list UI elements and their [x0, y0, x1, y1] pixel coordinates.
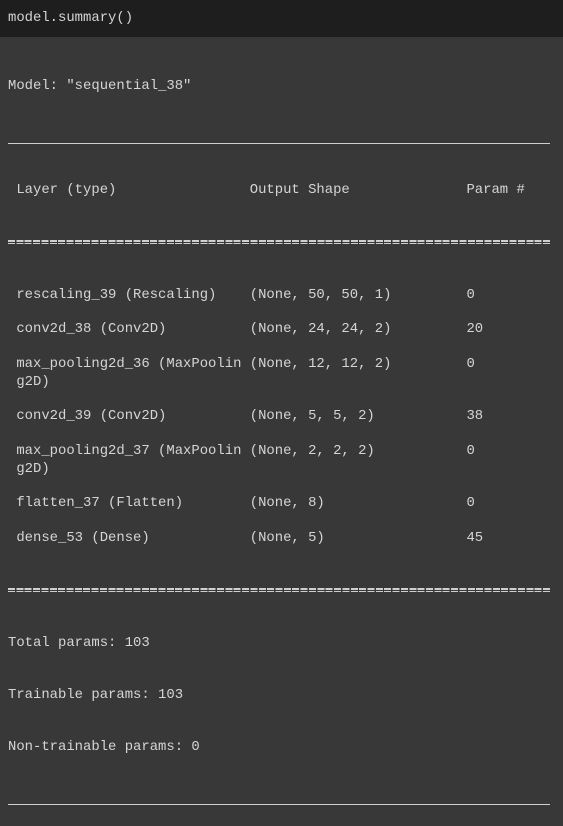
table-row: rescaling_39 (Rescaling) (None, 50, 50, 1… — [8, 287, 563, 304]
header-shape: Output Shape — [249, 182, 350, 199]
code-cell[interactable]: model.summary() — [0, 0, 563, 37]
layer-name: conv2d_38 (Conv2D) — [8, 321, 167, 338]
param-count: 45 — [466, 530, 484, 547]
double-separator — [8, 234, 550, 251]
layer-name: flatten_37 (Flatten) — [8, 495, 184, 512]
output-shape: (None, 24, 24, 2) — [249, 321, 392, 338]
param-count: 38 — [466, 408, 484, 425]
table-row: max_pooling2d_36 (MaxPoolin (None, 12, 12… — [8, 356, 563, 373]
header-layer: Layer (type) — [8, 182, 117, 199]
table-row: conv2d_38 (Conv2D) (None, 24, 24, 2) 20 — [8, 321, 563, 338]
param-count: 0 — [466, 443, 475, 460]
layer-name: max_pooling2d_37 (MaxPoolin — [8, 443, 242, 460]
double-separator — [8, 582, 550, 599]
param-count: 0 — [466, 286, 475, 303]
layer-rows: rescaling_39 (Rescaling) (None, 50, 50, 1… — [8, 287, 563, 548]
layer-name-continuation: g2D) — [8, 460, 50, 477]
table-header: Layer (type) Output Shape Param # — [8, 182, 563, 199]
param-count: 0 — [466, 356, 475, 373]
header-params: Param # — [466, 182, 525, 199]
param-count: 20 — [466, 321, 484, 338]
output-shape: (None, 5, 5, 2) — [249, 408, 375, 425]
output-shape: (None, 12, 12, 2) — [249, 356, 392, 373]
code-text: model.summary() — [8, 10, 134, 26]
separator-line — [8, 791, 550, 808]
layer-name: rescaling_39 (Rescaling) — [8, 286, 217, 303]
layer-name-continuation: g2D) — [8, 373, 50, 390]
separator-line — [8, 130, 550, 147]
param-count: 0 — [466, 495, 475, 512]
table-row: flatten_37 (Flatten) (None, 8) 0 — [8, 495, 563, 512]
output-shape: (None, 8) — [249, 495, 325, 512]
table-row: dense_53 (Dense) (None, 5) 45 — [8, 530, 563, 547]
non-trainable-params: Non-trainable params: 0 — [8, 738, 200, 755]
table-row: max_pooling2d_37 (MaxPoolin (None, 2, 2, … — [8, 443, 563, 460]
layer-name: conv2d_39 (Conv2D) — [8, 408, 167, 425]
table-row: conv2d_39 (Conv2D) (None, 5, 5, 2) 38 — [8, 408, 563, 425]
total-params: Total params: 103 — [8, 634, 150, 651]
layer-name: dense_53 (Dense) — [8, 530, 150, 547]
output-shape: (None, 2, 2, 2) — [249, 443, 375, 460]
output-shape: (None, 5) — [249, 530, 325, 547]
cell-output: Model: "sequential_38" Layer (type) Outpu… — [0, 37, 563, 826]
model-name-line: Model: "sequential_38" — [8, 77, 192, 94]
layer-name: max_pooling2d_36 (MaxPoolin — [8, 356, 242, 373]
output-shape: (None, 50, 50, 1) — [249, 286, 392, 303]
trainable-params: Trainable params: 103 — [8, 686, 184, 703]
